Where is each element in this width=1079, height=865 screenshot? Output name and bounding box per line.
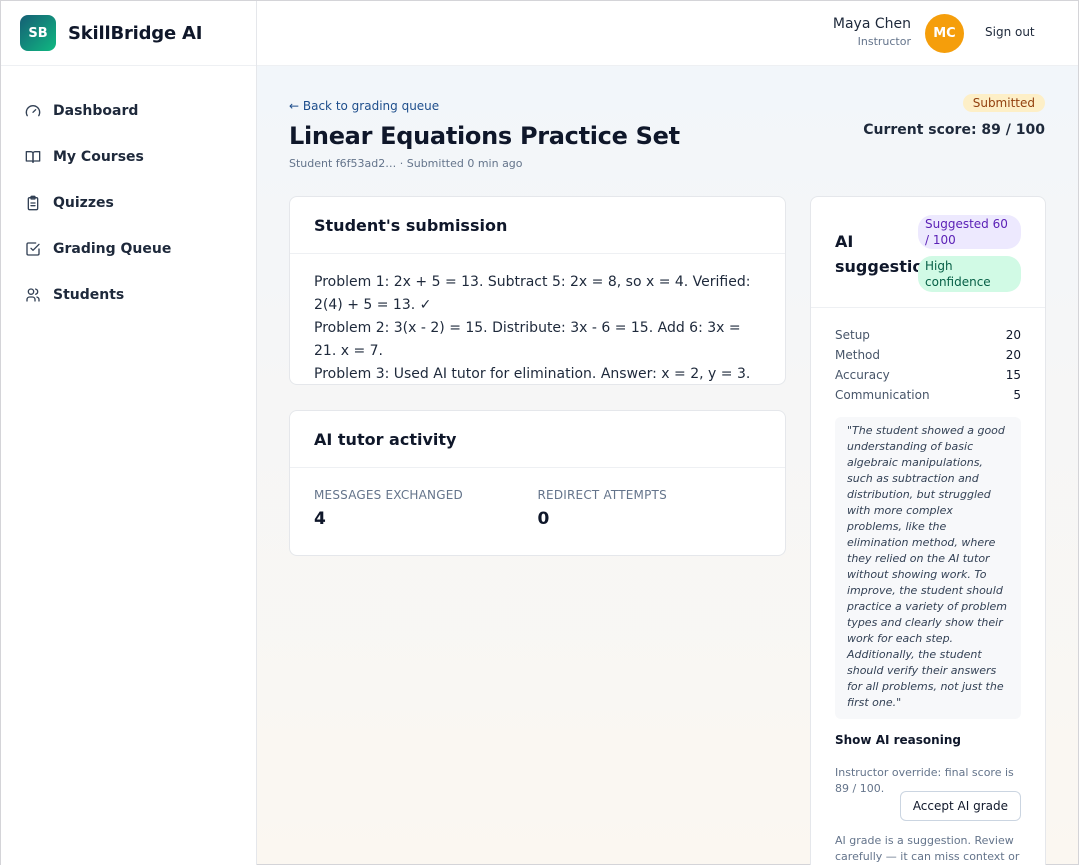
rubric-criterion: Method [835,348,881,362]
sidebar-nav: Dashboard My Courses Quizzes Grading Que… [1,66,256,318]
confidence-badge: High confidence [918,256,1021,292]
user-role: Instructor [857,35,911,48]
clipboard-icon [27,195,39,211]
user-info: Maya Chen Instructor [833,16,911,48]
ai-disclaimer: AI grade is a suggestion. Review careful… [835,834,1020,863]
rubric-row: Communication 5 [835,385,1021,405]
rubric-points: 20 [1005,328,1021,342]
top-header: Maya Chen Instructor MC Sign out [257,1,1078,66]
sidebar: SB SkillBridge AI Dashboard My Courses Q… [1,1,257,865]
submission-text: Problem 1: 2x + 5 = 13. Subtract 5: 2x =… [290,254,785,403]
brand-name: SkillBridge AI [68,22,203,44]
main-content: ← Back to grading queue Linear Equations… [257,66,1078,865]
sidebar-item-students[interactable]: Students [1,272,256,318]
check-square-icon [26,242,40,256]
tutor-activity-heading: AI tutor activity [290,411,785,468]
stat-label: REDIRECT ATTEMPTS [537,488,667,502]
back-to-grading-queue-link[interactable]: ← Back to grading queue [289,99,439,113]
avatar[interactable]: MC [925,14,964,53]
logo: SB [20,15,56,51]
tutor-activity-card: AI tutor activity MESSAGES EXCHANGED 4 R… [289,410,786,556]
show-ai-reasoning-button[interactable]: Show AI reasoning [835,733,1021,747]
sidebar-item-label: Grading Queue [53,241,172,257]
current-score: Current score: 89 / 100 [863,122,1045,138]
rubric-row: Method 20 [835,345,1021,365]
sidebar-item-grading-queue[interactable]: Grading Queue [1,226,256,272]
user-name: Maya Chen [832,16,911,32]
rubric-row: Setup 20 [835,325,1021,345]
rubric-criterion: Communication [835,388,930,402]
suggested-score-badge: Suggested 60 / 100 [918,215,1021,249]
accept-ai-grade-button[interactable]: Accept AI grade [899,791,1021,821]
sidebar-item-label: Students [53,287,125,303]
rubric-scores: Setup 20 Method 20 Accuracy 15 Communicatio… [811,308,1045,405]
brand[interactable]: SB SkillBridge AI [1,1,256,66]
submission-heading: Student's submission [290,197,785,254]
rubric-criterion: Setup [835,328,870,342]
gauge-icon [25,105,41,117]
sidebar-item-label: My Courses [53,149,144,165]
rubric-points: 5 [1013,388,1021,402]
ai-feedback-quote: "The student showed a good understanding… [835,417,1021,719]
sidebar-item-quizzes[interactable]: Quizzes [1,180,256,226]
sidebar-item-label: Quizzes [53,195,114,211]
submission-card: Student's submission Problem 1: 2x + 5 =… [289,196,786,385]
sidebar-item-my-courses[interactable]: My Courses [1,134,256,180]
page-title: Linear Equations Practice Set [289,122,680,150]
submission-line: Problem 2: 3(x - 2) = 15. Distribute: 3x… [314,320,741,359]
stat-value: 0 [537,509,550,529]
ai-suggestion-title: AI suggestion [835,232,935,276]
stat-value: 4 [314,509,326,529]
redirect-attempts-stat: REDIRECT ATTEMPTS 0 [538,488,762,529]
messages-exchanged-stat: MESSAGES EXCHANGED 4 [314,488,538,529]
ai-suggestion-card: AI suggestion Suggested 60 / 100 High co… [810,196,1046,865]
rubric-points: 15 [1005,368,1021,382]
status-badge: Submitted [962,94,1045,112]
users-icon [26,288,40,302]
submission-line: Problem 3: Used AI tutor for elimination… [314,366,751,382]
submission-line: Problem 1: 2x + 5 = 13. Subtract 5: 2x =… [314,274,751,313]
rubric-points: 20 [1005,348,1021,362]
rubric-row: Accuracy 15 [835,365,1021,385]
submission-meta: Student f6f53ad2… · Submitted 0 min ago [289,157,523,170]
stat-label: MESSAGES EXCHANGED [314,488,463,502]
sidebar-item-label: Dashboard [53,103,139,119]
rubric-criterion: Accuracy [835,368,890,382]
sidebar-item-dashboard[interactable]: Dashboard [1,88,256,134]
sign-out-button[interactable]: Sign out [985,25,1035,39]
book-icon [25,151,41,163]
